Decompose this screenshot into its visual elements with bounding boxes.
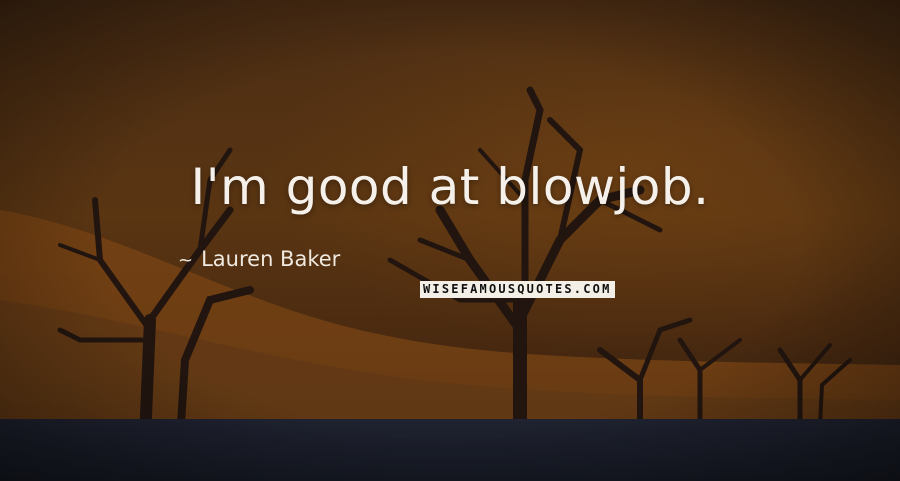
- quote-content: I'm good at blowjob. ~ Lauren Baker WISEF…: [0, 0, 900, 481]
- tilde-icon: ~: [178, 250, 194, 271]
- author-name: Lauren Baker: [201, 247, 341, 271]
- quote-text: I'm good at blowjob.: [190, 158, 710, 216]
- quote-card: I'm good at blowjob. ~ Lauren Baker WISEF…: [0, 0, 900, 481]
- quote-author: ~ Lauren Baker: [178, 247, 340, 271]
- wisefamousquotes-watermark: WISEFAMOUSQUOTES.COM: [420, 281, 615, 298]
